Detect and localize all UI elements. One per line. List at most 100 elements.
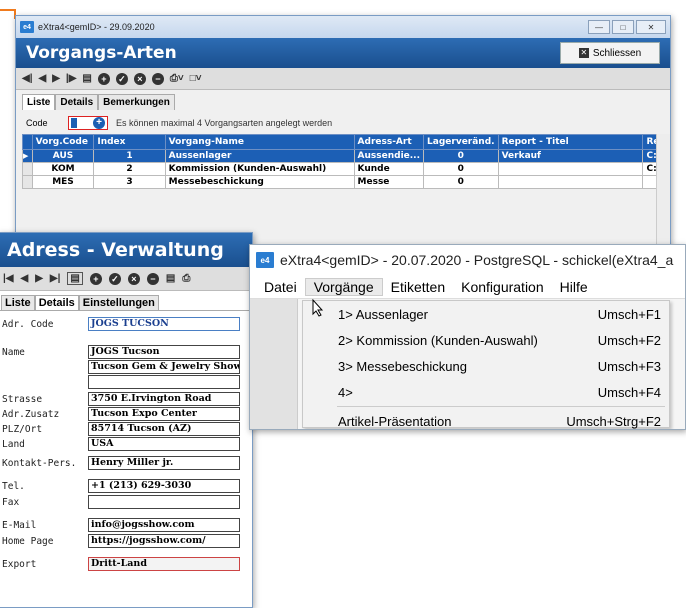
menu-item-kommission[interactable]: 2> Kommission (Kunden-Auswahl) Umsch+F2 [303,327,669,353]
column-header[interactable]: Vorgang-Name [164,134,355,150]
table-cell[interactable]: Kommission (Kunden-Auswahl) [164,162,355,176]
fax-field[interactable] [88,495,240,509]
plz-ort-field[interactable]: 85714 Tucson (AZ) [88,422,240,436]
menu-vorgaenge[interactable]: Vorgänge [304,277,383,296]
table-cell[interactable] [497,175,644,189]
table-row[interactable]: MES 3 Messebeschickung Messe 0 [22,175,670,189]
menu-item-aussenlager[interactable]: 1> Aussenlager Umsch+F1 [303,301,669,327]
schliessen-button[interactable]: ✕ Schliessen [560,42,660,64]
table-cell[interactable]: 1 [93,149,166,163]
document-icon[interactable]: ▤ [166,273,175,284]
table-cell[interactable]: Messebeschickung [164,175,355,189]
add-code-icon[interactable]: + [93,117,105,129]
record-navigation-toolbar: ◀| ◀ ▶ |▶ ▤ + ✓ × − ⎙˅ □˅ [16,68,670,90]
field-label: Export [2,558,37,570]
app-icon: e4 [20,21,34,33]
name2-field[interactable]: Tucson Gem & Jewelry Show [88,360,240,374]
form-row: Strasse 3750 E.Irvington Road [0,392,252,406]
confirm-icon[interactable]: ✓ [108,272,121,285]
form-row [0,375,252,389]
print-icon[interactable]: ⎙˅ [170,73,184,84]
menu-konfiguration[interactable]: Konfiguration [453,279,552,295]
table-cell[interactable]: 2 [93,162,166,176]
menu-item-4[interactable]: 4> Umsch+F4 [303,379,669,405]
menu-item-artikel-praesentation[interactable]: Artikel-Präsentation Umsch+Strg+F2 [303,408,669,429]
prev-record-icon[interactable]: ◀ [39,73,47,84]
table-cell[interactable]: Aussenlager [164,149,355,163]
confirm-icon[interactable]: ✓ [115,72,128,85]
form-row: PLZ/Ort 85714 Tucson (AZ) [0,422,252,436]
table-cell[interactable]: 0 [423,162,499,176]
table-row[interactable]: KOM 2 Kommission (Kunden-Auswahl) Kunde … [22,162,670,176]
list-view-icon[interactable]: ▤ [67,272,83,285]
table-cell[interactable]: MES [31,175,95,189]
print-icon[interactable]: ⎙ [182,273,190,284]
kontakt-field[interactable]: Henry Miller jr. [88,456,240,470]
prev-record-icon[interactable]: ◀ [21,273,29,284]
add-icon[interactable]: + [97,72,110,85]
cancel-icon[interactable]: × [127,272,140,285]
table-cell[interactable]: Messe [353,175,425,189]
accent-line [0,9,14,11]
column-header[interactable]: Report - Titel [497,134,644,150]
email-field[interactable]: info@jogsshow.com [88,518,240,532]
cancel-icon[interactable]: × [133,72,146,85]
land-field[interactable]: USA [88,437,240,451]
table-cell[interactable]: Kunde [353,162,425,176]
tel-field[interactable]: +1 (213) 629-3030 [88,479,240,493]
tab-bemerkungen[interactable]: Bemerkungen [98,94,175,110]
last-record-icon[interactable]: |▶ [66,73,77,84]
first-record-icon[interactable]: ◀| [22,73,33,84]
table-cell[interactable]: Aussendie... [353,149,425,163]
table-cell[interactable]: 3 [93,175,166,189]
delete-icon[interactable]: − [146,272,159,285]
last-record-icon[interactable]: ▶| [50,273,61,284]
tab-liste[interactable]: Liste [1,295,35,310]
next-record-icon[interactable]: ▶ [35,273,43,284]
table-cell[interactable]: Verkauf [497,149,644,163]
minimize-button[interactable]: — [588,20,610,34]
tab-details[interactable]: Details [34,295,79,310]
tab-liste[interactable]: Liste [22,94,56,110]
table-cell[interactable]: 0 [423,175,499,189]
name-field[interactable]: JOGS Tucson [88,345,240,359]
table-row[interactable]: ▶ AUS 1 Aussenlager Aussendie... 0 Verka… [22,149,670,163]
maximize-button[interactable]: □ [612,20,634,34]
adr-code-field[interactable]: JOGS TUCSON [88,317,240,331]
code-input[interactable]: + [68,116,108,130]
delete-icon[interactable]: − [151,72,164,85]
list-view-icon[interactable]: ▤ [82,73,91,84]
column-header[interactable]: Adress-Art [353,134,425,150]
strasse-field[interactable]: 3750 E.Irvington Road [88,392,240,406]
menu-etiketten[interactable]: Etiketten [383,279,453,295]
column-header[interactable]: Vorg.Code [31,134,95,150]
mouse-pointer-icon [312,299,324,317]
table-cell[interactable]: AUS [31,149,95,163]
menu-datei[interactable]: Datei [256,279,305,295]
add-icon[interactable]: + [89,272,102,285]
form-row: Land USA [0,437,252,451]
name3-field[interactable] [88,375,240,389]
field-label: Tel. [2,480,25,492]
column-header[interactable]: Index [93,134,166,150]
vertical-scrollbar[interactable] [656,134,670,252]
first-record-icon[interactable]: |◀ [3,273,14,284]
export-select[interactable]: Dritt-Land [88,557,240,571]
table-cell[interactable]: 0 [423,149,499,163]
next-record-icon[interactable]: ▶ [52,73,60,84]
menu-item-shortcut: Umsch+F2 [597,332,661,348]
row-indicator-icon: ▶ [22,149,33,163]
window-controls: — □ ✕ [588,20,666,34]
tab-details[interactable]: Details [55,94,99,110]
tab-einstellungen[interactable]: Einstellungen [78,295,159,310]
window-menu-icon[interactable]: □˅ [190,73,202,84]
menu-item-messebeschickung[interactable]: 3> Messebeschickung Umsch+F3 [303,353,669,379]
adr-zusatz-field[interactable]: Tucson Expo Center [88,407,240,421]
field-label: Adr. Code [2,318,54,330]
menu-hilfe[interactable]: Hilfe [552,279,596,295]
homepage-field[interactable]: https://jogsshow.com/ [88,534,240,548]
table-cell[interactable]: KOM [31,162,95,176]
column-header[interactable]: Lagerveränd. [423,134,499,150]
close-window-button[interactable]: ✕ [636,20,666,34]
table-cell[interactable] [497,162,644,176]
